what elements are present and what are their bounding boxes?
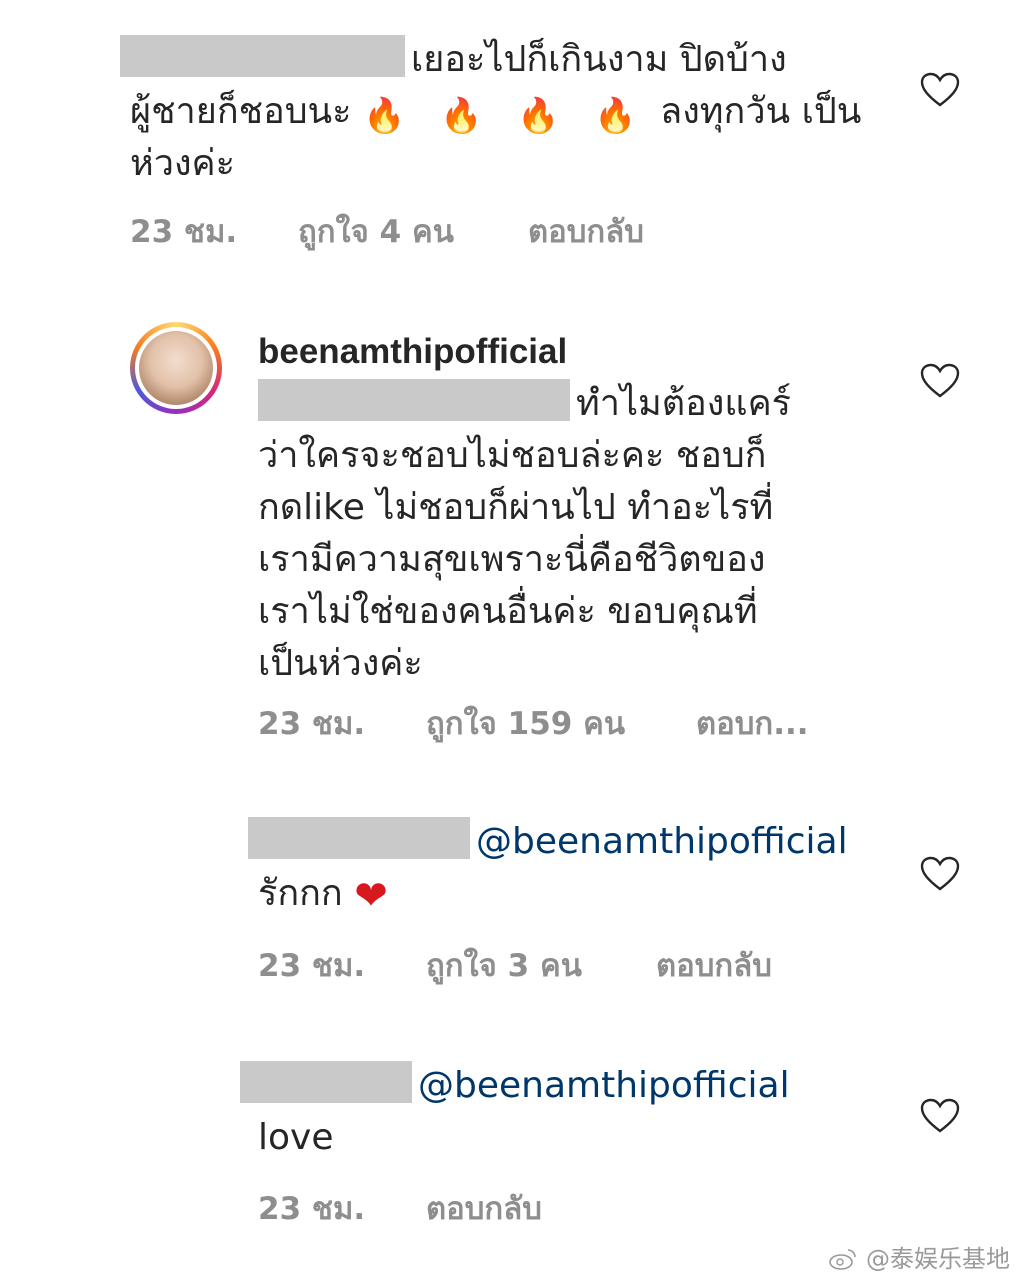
- comment-text-line: ลงทุกวัน เป็น: [660, 91, 862, 132]
- reply-button[interactable]: ตอบก...: [696, 698, 809, 748]
- watermark-text: @泰娱乐基地: [866, 1245, 1010, 1273]
- comment-text-line: ว่าใครจะชอบไม่ชอบล่ะคะ ชอบก็: [258, 435, 767, 476]
- redacted-username: [120, 35, 405, 77]
- timestamp: 23 ชม.: [258, 1191, 366, 1227]
- weibo-icon: [829, 1249, 857, 1270]
- red-heart-emoji: ❤: [354, 873, 388, 919]
- likes-count-link[interactable]: ถูกใจ 159 คน: [426, 698, 625, 748]
- reply-button[interactable]: ตอบกลับ: [528, 206, 644, 256]
- comment-text-line: love: [258, 1117, 334, 1158]
- comment-text-line: รักกก: [258, 873, 343, 914]
- fire-emoji: 🔥 🔥 🔥 🔥: [362, 96, 649, 136]
- comment-body: @beenamthipofficial love: [240, 1060, 880, 1164]
- comments-screen: เยอะไปก็เกินงาม ปิดบ้าง ผู้ชายก็ชอบนะ 🔥 …: [0, 0, 1024, 1280]
- comment-text-line: เราไม่ใช่ของคนอื่นค่ะ ขอบคุณที่: [258, 591, 758, 632]
- mention-link[interactable]: @beenamthipofficial: [418, 1065, 790, 1106]
- comment-text-line: ห่วงค่ะ: [130, 143, 235, 184]
- comment-body: เยอะไปก็เกินงาม ปิดบ้าง ผู้ชายก็ชอบนะ 🔥 …: [120, 34, 880, 190]
- redacted-username: [240, 1061, 412, 1103]
- comment-body: @beenamthipofficial รักกก ❤: [248, 816, 888, 924]
- comment-text-line: ทำไมต้องแคร์: [576, 383, 791, 424]
- comment-meta: 23 ชม. ถูกใจ 159 คน ตอบก...: [258, 698, 858, 742]
- comment-text-line: เยอะไปก็เกินงาม ปิดบ้าง: [411, 39, 787, 80]
- timestamp: 23 ชม.: [258, 948, 366, 984]
- comment-username[interactable]: beenamthipofficial: [258, 332, 567, 372]
- comment-text-line: เป็นห่วงค่ะ: [258, 643, 423, 684]
- comment-body: ทำไมต้องแคร์ ว่าใครจะชอบไม่ชอบล่ะคะ ชอบก…: [258, 378, 878, 690]
- mention-link[interactable]: @beenamthipofficial: [476, 821, 848, 862]
- watermark: @泰娱乐基地: [828, 1239, 1010, 1274]
- comment-text-line: เรามีความสุขเพราะนี่คือชีวิตของ: [258, 539, 766, 580]
- heart-outline-icon[interactable]: [920, 856, 960, 892]
- reply-button[interactable]: ตอบกลับ: [656, 940, 772, 990]
- reply-button[interactable]: ตอบกลับ: [426, 1183, 542, 1233]
- redacted-username: [248, 817, 470, 859]
- redacted-mention: [258, 379, 570, 421]
- comment-meta: 23 ชม. ถูกใจ 4 คน ตอบกลับ: [130, 206, 730, 250]
- likes-count-link[interactable]: ถูกใจ 3 คน: [426, 940, 582, 990]
- comment-text-line: ผู้ชายก็ชอบนะ: [130, 91, 352, 132]
- heart-outline-icon[interactable]: [920, 1098, 960, 1134]
- comment-meta: 23 ชม. ถูกใจ 3 คน ตอบกลับ: [258, 940, 858, 984]
- comment-text-line: กดlike ไม่ชอบก็ผ่านไป ทำอะไรที่: [258, 487, 774, 528]
- comment-meta: 23 ชม. ตอบกลับ: [258, 1183, 658, 1227]
- timestamp: 23 ชม.: [258, 706, 366, 742]
- user-avatar[interactable]: [130, 322, 222, 414]
- likes-count-link[interactable]: ถูกใจ 4 คน: [298, 206, 454, 256]
- heart-outline-icon[interactable]: [920, 72, 960, 108]
- timestamp: 23 ชม.: [130, 214, 238, 250]
- heart-outline-icon[interactable]: [920, 363, 960, 399]
- avatar-photo: [139, 331, 213, 405]
